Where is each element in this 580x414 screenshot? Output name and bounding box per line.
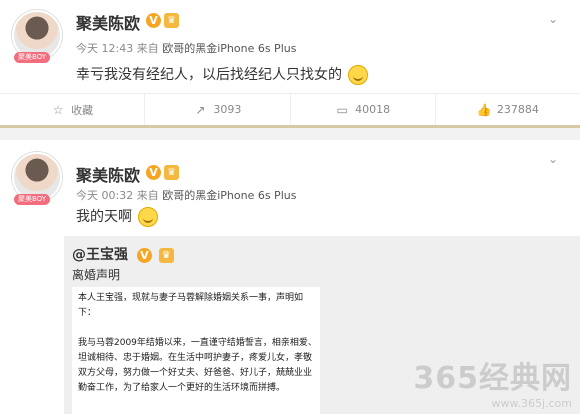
post-text: 幸亏我没有经纪人，以后找经纪人只找女的 — [76, 67, 342, 83]
post-content: 幸亏我没有经纪人，以后找经纪人只找女的 — [76, 64, 369, 85]
repost-count: 3093 — [213, 103, 242, 116]
username[interactable]: 聚美陈欧 — [76, 162, 140, 186]
avatar-badge: 聚美BOY — [14, 52, 50, 63]
post-source[interactable]: 欧哥的黑金iPhone 6s Plus — [162, 42, 296, 55]
doc-line: 双方父母，努力做一个好丈夫、好爸爸、好儿子，兢兢业业 — [78, 368, 313, 378]
repost-title: 离婚声明 — [72, 268, 121, 282]
comment-icon: ▭ — [336, 102, 348, 117]
doc-line: 本人王宝强，现就与妻子马蓉解除婚姻关系一事，声明如 — [78, 293, 304, 303]
doc-line: 坦诚相待、忠于婚姻。在生活中呵护妻子，疼爱儿女，孝敬 — [78, 353, 313, 363]
chevron-down-icon[interactable]: ⌄ — [548, 12, 564, 26]
post-time[interactable]: 今天 12:43 — [76, 42, 133, 55]
verified-v-icon: V — [146, 165, 161, 180]
username[interactable]: 聚美陈欧 — [76, 10, 140, 34]
doc-line: 勤奋工作，为了给家人一个更好的生活环境而拼搏。 — [78, 383, 286, 393]
member-crown-icon[interactable]: ♛ — [164, 165, 179, 180]
favorite-label: 收藏 — [71, 103, 94, 117]
favorite-button[interactable]: ☆ 收藏 — [0, 94, 146, 125]
post-divider — [0, 125, 580, 140]
post-source[interactable]: 欧哥的黑金iPhone 6s Plus — [162, 189, 296, 202]
source-prefix: 来自 — [136, 189, 159, 202]
statement-image[interactable]: 本人王宝强，现就与妻子马蓉解除婚姻关系一事，声明如 下： 我与马蓉2009年结婚… — [72, 287, 320, 414]
repost-arrow-icon: ↗ — [195, 102, 206, 117]
post-time[interactable]: 今天 00:32 — [76, 189, 133, 202]
star-icon: ☆ — [52, 102, 64, 117]
post-meta: 今天 00:32 来自 欧哥的黑金iPhone 6s Plus — [76, 187, 296, 203]
comment-button[interactable]: ▭ 40018 — [291, 94, 436, 125]
avatar-badge: 聚美BOY — [14, 194, 50, 205]
doc-line: 我与马蓉2009年结婚以来，一直谨守结婚誓言，相亲相爱、 — [78, 338, 317, 348]
post-text: 我的天啊 — [76, 209, 132, 225]
weibo-post-1: 聚美BOY 聚美陈欧 V ♛ ⌄ 今天 12:43 来自 欧哥的黑金iPhone… — [0, 0, 580, 125]
watermark-url: www.365j.com — [491, 397, 572, 410]
repost-user-text[interactable]: @王宝强 — [72, 247, 128, 263]
post-content: 我的天啊 — [76, 206, 159, 227]
doc-line: 下： — [78, 308, 97, 318]
action-bar: ☆ 收藏 ↗ 3093 ▭ 40018 👍 237884 — [0, 93, 580, 125]
post-meta: 今天 12:43 来自 欧哥的黑金iPhone 6s Plus — [76, 40, 296, 56]
repost-username[interactable]: @王宝强 V ♛ — [72, 244, 174, 264]
verified-v-icon: V — [136, 247, 152, 263]
verified-v-icon: V — [146, 13, 161, 28]
site-watermark: 365经典网 www.365j.com — [413, 353, 572, 410]
like-button[interactable]: 👍 237884 — [436, 94, 580, 125]
comment-count: 40018 — [355, 103, 391, 116]
surprised-emoji-icon — [138, 207, 159, 227]
watermark-main: 365经典网 — [413, 361, 572, 396]
thumbs-up-icon: 👍 — [476, 102, 492, 117]
member-crown-icon[interactable]: ♛ — [164, 13, 179, 28]
chevron-down-icon[interactable]: ⌄ — [548, 152, 564, 166]
smile-emoji-icon — [348, 65, 369, 85]
source-prefix: 来自 — [136, 42, 159, 55]
like-count: 237884 — [496, 103, 539, 116]
repost-button[interactable]: ↗ 3093 — [145, 94, 291, 125]
doc-gap — [78, 321, 314, 336]
member-crown-icon: ♛ — [158, 247, 174, 263]
